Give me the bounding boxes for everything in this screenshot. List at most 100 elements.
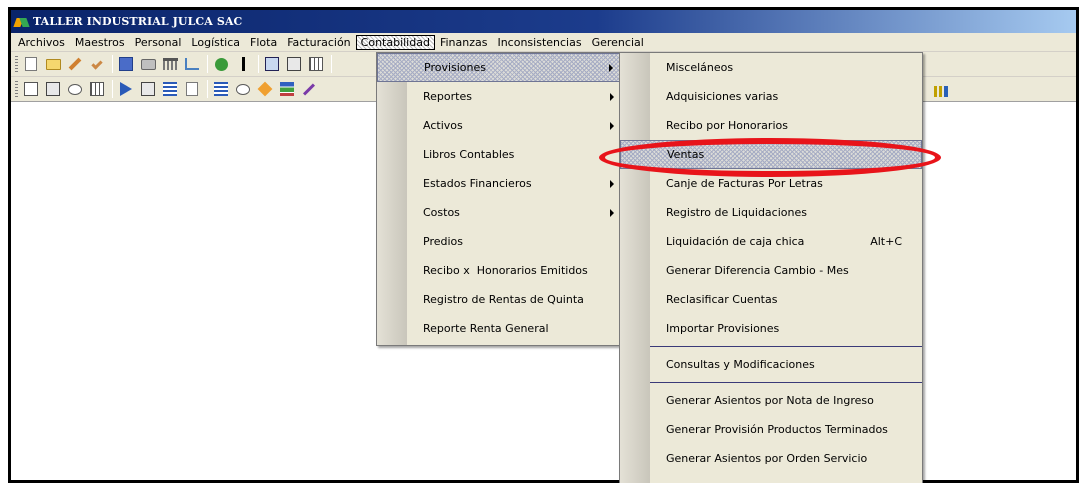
- menu-item-estados-financieros[interactable]: Estados Financieros: [377, 169, 622, 198]
- new-doc-icon[interactable]: [22, 55, 40, 73]
- stack-icon[interactable]: [278, 80, 296, 98]
- menu-item-asientos-orden-servicio[interactable]: Generar Asientos por Orden Servicio: [620, 444, 922, 473]
- shortcut-label: Alt+C: [870, 235, 902, 248]
- menu-inconsistencias[interactable]: Inconsistencias: [492, 35, 586, 50]
- menu-item-label: Reportes: [423, 90, 472, 103]
- menu-item-canje-facturas-letras[interactable]: Canje de Facturas Por Letras: [620, 169, 922, 198]
- calendar-icon[interactable]: [285, 55, 303, 73]
- bank-icon[interactable]: [161, 55, 179, 73]
- menu-item-label: Libros Contables: [423, 148, 515, 161]
- menu-item-label: Provisiones: [424, 61, 487, 74]
- menu-item-registro-rentas-quinta[interactable]: Registro de Rentas de Quinta: [377, 285, 622, 314]
- app-logo-icon: [15, 16, 29, 28]
- menu-item-label: Recibo x Honorarios Emitidos: [423, 264, 588, 277]
- menu-maestros[interactable]: Maestros: [70, 35, 130, 50]
- menu-item-ventas[interactable]: Ventas: [620, 140, 922, 169]
- edit-pencil-icon[interactable]: [66, 55, 84, 73]
- menu-item-label: Ventas: [667, 148, 705, 161]
- runner-icon[interactable]: [234, 55, 252, 73]
- menu-divider: [650, 346, 922, 347]
- menu-item-provisiones[interactable]: Provisiones: [377, 53, 622, 82]
- cube-icon[interactable]: [256, 80, 274, 98]
- box-icon[interactable]: [263, 55, 281, 73]
- menu-item-label: Reporte Renta General: [423, 322, 549, 335]
- menu-item-libros-contables[interactable]: Libros Contables: [377, 140, 622, 169]
- menu-item-liquidacion-caja-chica[interactable]: Liquidación de caja chica Alt+C: [620, 227, 922, 256]
- menu-item-label: Liquidación de caja chica: [666, 235, 805, 248]
- menu-item-label: Generar Diferencia Cambio - Mes: [666, 264, 849, 277]
- menu-item-reporte-renta-general[interactable]: Reporte Renta General: [377, 314, 622, 343]
- menu-item-label: Generar Provisión Productos Terminados: [666, 423, 888, 436]
- menu-facturacion[interactable]: Facturación: [282, 35, 355, 50]
- menu-item-label: Generar Asientos por Orden Servicio: [666, 452, 868, 465]
- bar-chart-icon[interactable]: [932, 81, 950, 99]
- submenu-arrow-icon: [609, 63, 613, 72]
- menu-bar: Archivos Maestros Personal Logística Flo…: [11, 33, 1076, 52]
- menu-logistica[interactable]: Logística: [186, 35, 245, 50]
- menu-item-label: Canje de Facturas Por Letras: [666, 177, 823, 190]
- chat-icon[interactable]: [234, 80, 252, 98]
- import-icon[interactable]: [117, 80, 135, 98]
- submenu-arrow-icon: [610, 208, 614, 217]
- menu-item-reclasificar-cuentas[interactable]: Reclasificar Cuentas: [620, 285, 922, 314]
- menu-gerencial[interactable]: Gerencial: [587, 35, 649, 50]
- menu-finanzas[interactable]: Finanzas: [435, 35, 493, 50]
- menu-item-label: Reclasificar Cuentas: [666, 293, 778, 306]
- menu-item-predios[interactable]: Predios: [377, 227, 622, 256]
- menu-item-provision-productos-terminados[interactable]: Generar Provisión Productos Terminados: [620, 415, 922, 444]
- link-icon[interactable]: [66, 80, 84, 98]
- toolbar-separator: [207, 80, 208, 98]
- toolbar-separator: [112, 80, 113, 98]
- menu-item-consultas-modificaciones[interactable]: Consultas y Modificaciones: [620, 350, 922, 379]
- toolbar-separator: [207, 55, 208, 73]
- submenu-arrow-icon: [610, 121, 614, 130]
- open-folder-icon[interactable]: [44, 55, 62, 73]
- menu-flota[interactable]: Flota: [245, 35, 282, 50]
- menu-item-registro-liquidaciones[interactable]: Registro de Liquidaciones: [620, 198, 922, 227]
- money-bag-icon[interactable]: [212, 55, 230, 73]
- provisiones-submenu: Misceláneos Adquisiciones varias Recibo …: [619, 52, 923, 483]
- menu-item-miscelaneos[interactable]: Misceláneos: [620, 53, 922, 82]
- menu-item-label: Adquisiciones varias: [666, 90, 779, 103]
- list-icon[interactable]: [161, 80, 179, 98]
- chart-icon[interactable]: [22, 80, 40, 98]
- menu-item-label: Registro de Liquidaciones: [666, 206, 807, 219]
- menu-item-adquisiciones-varias[interactable]: Adquisiciones varias: [620, 82, 922, 111]
- menu-item-diferencia-cambio[interactable]: Generar Diferencia Cambio - Mes: [620, 256, 922, 285]
- menu-contabilidad[interactable]: Contabilidad: [355, 34, 435, 50]
- rows-icon[interactable]: [212, 80, 230, 98]
- submenu-arrow-icon: [610, 92, 614, 101]
- menu-item-label: Generar Asientos por Nota de Ingreso: [666, 394, 874, 407]
- menu-item-importar-provisiones[interactable]: Importar Provisiones: [620, 314, 922, 343]
- tree-icon[interactable]: [183, 55, 201, 73]
- wand-icon[interactable]: [300, 80, 318, 98]
- menu-item-asientos-nota-ingreso[interactable]: Generar Asientos por Nota de Ingreso: [620, 386, 922, 415]
- menu-item-label: Consultas y Modificaciones: [666, 358, 815, 371]
- save-icon[interactable]: [117, 55, 135, 73]
- menu-item-costos[interactable]: Costos: [377, 198, 622, 227]
- menu-item-recibo-por-honorarios[interactable]: Recibo por Honorarios: [620, 111, 922, 140]
- toolbar-grip[interactable]: [15, 55, 18, 73]
- menu-item-label: Predios: [423, 235, 463, 248]
- table-icon[interactable]: [88, 80, 106, 98]
- menu-item-label: Misceláneos: [666, 61, 734, 74]
- menu-item-activos[interactable]: Activos: [377, 111, 622, 140]
- menu-item-reportes[interactable]: Reportes: [377, 82, 622, 111]
- menu-divider: [650, 382, 922, 383]
- grid-icon[interactable]: [307, 55, 325, 73]
- menu-item-recibo-honorarios-emitidos[interactable]: Recibo x Honorarios Emitidos: [377, 256, 622, 285]
- formula-icon[interactable]: [183, 80, 201, 98]
- toolbar-grip[interactable]: [15, 80, 18, 98]
- menu-item-label: Activos: [423, 119, 463, 132]
- menu-archivos[interactable]: Archivos: [13, 35, 70, 50]
- menu-personal[interactable]: Personal: [130, 35, 187, 50]
- print-icon[interactable]: [139, 55, 157, 73]
- check-icon[interactable]: [88, 55, 106, 73]
- form-icon[interactable]: [139, 80, 157, 98]
- stamp-icon[interactable]: [44, 80, 62, 98]
- window-title: TALLER INDUSTRIAL JULCA SAC: [33, 15, 243, 28]
- title-bar: TALLER INDUSTRIAL JULCA SAC: [11, 10, 1076, 33]
- menu-item-label: Registro de Rentas de Quinta: [423, 293, 584, 306]
- toolbar-separator: [112, 55, 113, 73]
- toolbar-separator: [331, 55, 332, 73]
